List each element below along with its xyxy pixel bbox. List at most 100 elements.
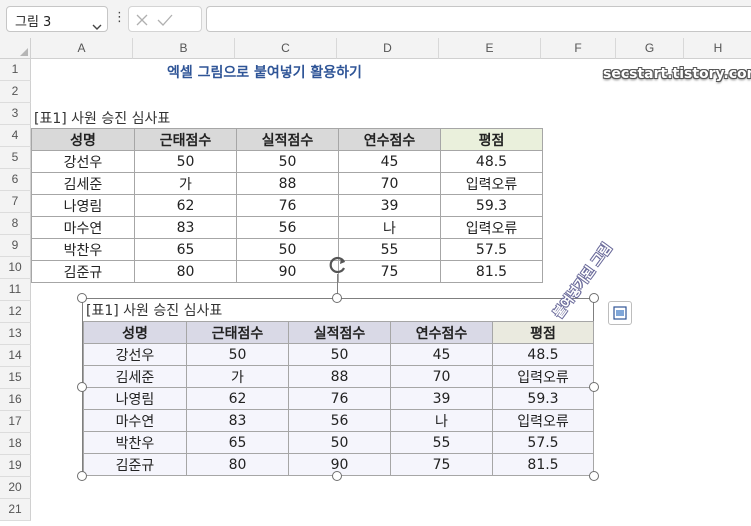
row-header-6[interactable]: 6 <box>0 169 31 191</box>
name-box-value: 그림 3 <box>15 15 52 30</box>
row-header-3[interactable]: 3 <box>0 103 31 125</box>
resize-handle-left[interactable] <box>77 382 87 392</box>
table-cell[interactable]: 55 <box>338 238 441 261</box>
cancel-icon[interactable] <box>135 12 149 31</box>
row-header-13[interactable]: 13 <box>0 323 31 345</box>
table-cell[interactable]: 83 <box>134 216 237 239</box>
picture-table-cell: 입력오류 <box>492 409 594 432</box>
table-cell[interactable]: 마수연 <box>31 216 135 239</box>
table-cell[interactable]: 90 <box>236 260 339 283</box>
table-cell[interactable]: 88 <box>236 172 339 195</box>
picture-table-cell: 39 <box>390 387 493 410</box>
row-header-8[interactable]: 8 <box>0 213 31 235</box>
picture-table-row: 강선우 50 50 45 48.5 <box>83 343 594 366</box>
table-header-cell: 실적점수 <box>236 128 339 151</box>
watermark: secstart.tistory.com <box>603 66 751 82</box>
table-cell[interactable]: 박찬우 <box>31 238 135 261</box>
table-cell[interactable]: 45 <box>338 150 441 173</box>
picture-table-header-cell: 성명 <box>83 321 187 344</box>
table-cell[interactable]: 김준규 <box>31 260 135 283</box>
table-cell[interactable]: 강선우 <box>31 150 135 173</box>
picture-table-cell: 48.5 <box>492 343 594 366</box>
rotate-handle-icon[interactable] <box>327 254 349 280</box>
row-header-20[interactable]: 20 <box>0 477 31 499</box>
column-header-e[interactable]: E <box>439 38 541 59</box>
column-header-d[interactable]: D <box>337 38 439 59</box>
picture-table-cell: 50 <box>288 343 391 366</box>
column-header-b[interactable]: B <box>133 38 235 59</box>
picture-table-cell: 마수연 <box>83 409 187 432</box>
table-cell[interactable]: 70 <box>338 172 441 195</box>
layout-options-button[interactable] <box>608 301 632 325</box>
column-header-c[interactable]: C <box>235 38 337 59</box>
table-cell[interactable]: 81.5 <box>440 260 543 283</box>
picture-table-cell: 83 <box>186 409 289 432</box>
row-header-9[interactable]: 9 <box>0 235 31 257</box>
score-table[interactable]: 성명 근태점수 실적점수 연수점수 평점 강선우 50 50 45 48.5 김세준 가 88 70 입력오… <box>31 128 543 283</box>
table-cell[interactable]: 입력오류 <box>440 216 543 239</box>
row-header-4[interactable]: 4 <box>0 125 31 147</box>
picture-table: 성명 근태점수 실적점수 연수점수 평점 강선우 50 50 45 48.5 김세준 가 88 70 입력오… <box>83 321 594 476</box>
picture-table-cell: 김세준 <box>83 365 187 388</box>
resize-handle-bottom-left[interactable] <box>77 471 87 481</box>
picture-table-cell: 50 <box>288 431 391 454</box>
row-header-17[interactable]: 17 <box>0 411 31 433</box>
table-cell[interactable]: 가 <box>134 172 237 195</box>
table-cell[interactable]: 입력오류 <box>440 172 543 195</box>
table-cell[interactable]: 75 <box>338 260 441 283</box>
more-options-icon[interactable]: ⋮ <box>113 10 126 26</box>
table-cell[interactable]: 나 <box>338 216 441 239</box>
row-header-11[interactable]: 11 <box>0 279 31 301</box>
column-header-h[interactable]: H <box>684 38 751 59</box>
row-header-14[interactable]: 14 <box>0 345 31 367</box>
row-header-1[interactable]: 1 <box>0 59 31 81</box>
row-header-12[interactable]: 12 <box>0 301 31 323</box>
table-cell[interactable]: 나영림 <box>31 194 135 217</box>
resize-handle-top[interactable] <box>332 293 342 303</box>
formula-input[interactable] <box>206 6 751 32</box>
table-cell[interactable]: 50 <box>236 238 339 261</box>
column-header-a[interactable]: A <box>31 38 133 59</box>
row-header-18[interactable]: 18 <box>0 433 31 455</box>
table-cell[interactable]: 39 <box>338 194 441 217</box>
chevron-down-icon[interactable] <box>92 16 102 35</box>
table-cell[interactable]: 59.3 <box>440 194 543 217</box>
picture-caption: [표1] 사원 승진 심사표 <box>86 303 223 319</box>
table-cell[interactable]: 65 <box>134 238 237 261</box>
row-header-21[interactable]: 21 <box>0 499 31 521</box>
select-all-button[interactable] <box>0 38 31 59</box>
table-cell[interactable]: 48.5 <box>440 150 543 173</box>
row-header-2[interactable]: 2 <box>0 81 31 103</box>
row-header-19[interactable]: 19 <box>0 455 31 477</box>
resize-handle-bottom[interactable] <box>332 471 342 481</box>
table-cell[interactable]: 57.5 <box>440 238 543 261</box>
resize-handle-top-left[interactable] <box>77 293 87 303</box>
table-cell[interactable]: 김세준 <box>31 172 135 195</box>
pasted-picture[interactable]: [표1] 사원 승진 심사표 성명 근태점수 실적점수 연수점수 평점 강선우 50 50 45… <box>82 298 594 476</box>
picture-table-row: 박찬우 65 50 55 57.5 <box>83 431 594 454</box>
table-header-cell: 평점 <box>440 128 543 151</box>
picture-table-cell: 입력오류 <box>492 365 594 388</box>
table-cell[interactable]: 62 <box>134 194 237 217</box>
table-cell[interactable]: 80 <box>134 260 237 283</box>
resize-handle-right[interactable] <box>589 382 599 392</box>
resize-handle-bottom-right[interactable] <box>589 471 599 481</box>
picture-table-header-cell: 근태점수 <box>186 321 289 344</box>
table-cell[interactable]: 76 <box>236 194 339 217</box>
enter-check-icon[interactable] <box>157 12 173 31</box>
table-cell[interactable]: 50 <box>134 150 237 173</box>
table-row: 마수연 83 56 나 입력오류 <box>31 216 543 239</box>
table-cell[interactable]: 56 <box>236 216 339 239</box>
row-header-5[interactable]: 5 <box>0 147 31 169</box>
row-header-16[interactable]: 16 <box>0 389 31 411</box>
name-box[interactable]: 그림 3 <box>6 6 108 32</box>
table-cell[interactable]: 50 <box>236 150 339 173</box>
resize-handle-top-right[interactable] <box>589 293 599 303</box>
row-header-10[interactable]: 10 <box>0 257 31 279</box>
column-header-f[interactable]: F <box>541 38 616 59</box>
picture-table-cell: 55 <box>390 431 493 454</box>
column-header-g[interactable]: G <box>616 38 684 59</box>
row-header-15[interactable]: 15 <box>0 367 31 389</box>
row-header-7[interactable]: 7 <box>0 191 31 213</box>
table-row: 나영림 62 76 39 59.3 <box>31 194 543 217</box>
